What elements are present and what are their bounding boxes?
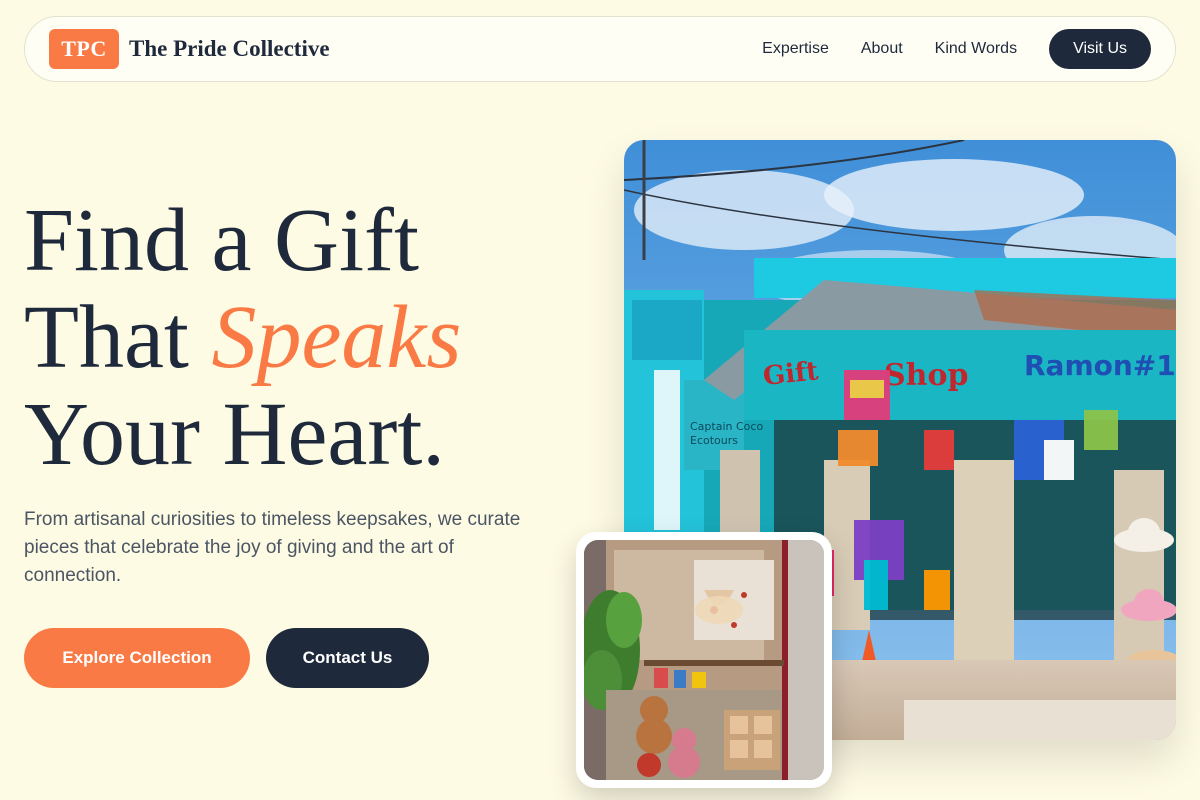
top-navbar: TPC The Pride Collective Expertise About… xyxy=(24,16,1176,82)
nav-link-expertise[interactable]: Expertise xyxy=(762,40,829,58)
hero-subtitle: From artisanal curiosities to timeless k… xyxy=(24,509,521,586)
brand-logo-badge: TPC xyxy=(49,29,119,69)
hero-title-line-1: Find a Gift xyxy=(24,191,419,290)
svg-text:Shop: Shop xyxy=(884,358,968,393)
shop-window-display-illustration xyxy=(584,540,824,780)
hero-title-line-2-plain: That xyxy=(24,288,212,387)
hero-title-line-2: That Speaks xyxy=(24,289,584,386)
nav-link-about[interactable]: About xyxy=(861,40,903,58)
svg-text:Captain Coco: Captain Coco xyxy=(690,420,763,433)
nav-link-kind-words[interactable]: Kind Words xyxy=(935,40,1017,58)
contact-us-button[interactable]: Contact Us xyxy=(266,628,429,688)
svg-text:Gift: Gift xyxy=(762,356,820,392)
explore-collection-button[interactable]: Explore Collection xyxy=(24,628,250,688)
hero-title-accent-word: Speaks xyxy=(211,288,462,387)
brand-name: The Pride Collective xyxy=(129,36,330,61)
visit-us-button[interactable]: Visit Us xyxy=(1049,29,1151,69)
hero-secondary-image-frame xyxy=(576,532,832,788)
hero-title-line-3: Your Heart. xyxy=(24,385,445,484)
hero-title: Find a Gift That Speaks Your Heart. xyxy=(24,192,584,483)
nav-links: Expertise About Kind Words Visit Us xyxy=(730,29,1151,69)
brand[interactable]: TPC The Pride Collective xyxy=(49,29,330,69)
hero-secondary-image xyxy=(584,540,824,780)
svg-text:Ecotours: Ecotours xyxy=(690,434,738,447)
svg-text:Ramon#1: Ramon#1 xyxy=(1024,349,1176,382)
